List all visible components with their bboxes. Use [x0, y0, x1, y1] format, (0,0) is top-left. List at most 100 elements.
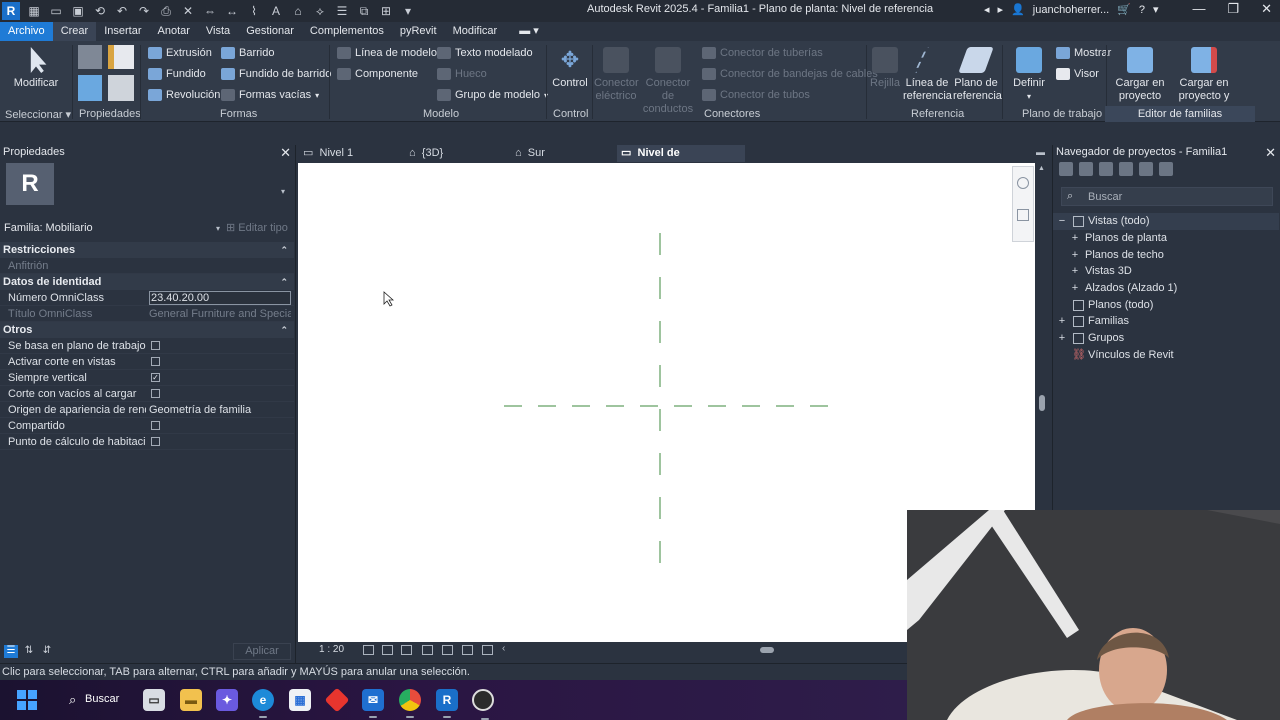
grid-button[interactable]: Rejilla	[869, 47, 901, 90]
model-group-dropdown[interactable]: Grupo de modelo▾	[437, 89, 548, 101]
file-explorer-icon[interactable]: ▬	[180, 689, 202, 711]
properties-buttons[interactable]	[78, 45, 136, 103]
panel-seleccionar[interactable]: Seleccionar ▾	[5, 108, 71, 121]
horizontal-scroll-thumb[interactable]	[760, 647, 774, 653]
modify-button[interactable]: Modificar	[12, 47, 60, 90]
revolve-button[interactable]: Revolución	[148, 89, 220, 101]
omniclass-number-field[interactable]: 23.40.20.00	[149, 291, 291, 305]
print-icon[interactable]: ⎙	[158, 4, 174, 18]
void-forms-dropdown[interactable]: Formas vacías ▾	[221, 89, 319, 101]
tab-insertar[interactable]: Insertar	[96, 22, 149, 41]
category-datos-identidad[interactable]: Datos de identidad ⌃	[0, 274, 294, 290]
browser-families-icon[interactable]	[1119, 162, 1133, 176]
view-cube-icon[interactable]: ⟡	[312, 4, 328, 18]
user-icon[interactable]: 👤	[1011, 3, 1025, 16]
tree-item-vinculos[interactable]: ⛓ Vínculos de Revit	[1053, 347, 1279, 364]
chevron-right-icon[interactable]: ▸	[998, 3, 1004, 16]
edge-icon[interactable]: e	[252, 689, 274, 718]
always-vertical-checkbox[interactable]: ✓	[151, 373, 160, 382]
category-restricciones[interactable]: Restricciones ⌃	[0, 242, 294, 258]
shared-checkbox[interactable]	[151, 421, 160, 430]
chrome-icon[interactable]	[399, 689, 421, 718]
sun-path-icon[interactable]	[401, 645, 412, 655]
view-scale[interactable]: 1 : 20	[319, 644, 344, 655]
browser-home-icon[interactable]	[1059, 162, 1073, 176]
category-otros[interactable]: Otros ⌃	[0, 322, 294, 338]
set-workplane-button[interactable]: Definir ▾	[1010, 47, 1048, 103]
tab-modificar[interactable]: Modificar	[445, 22, 506, 41]
steering-wheel-icon[interactable]	[1017, 177, 1029, 189]
browser-groups-icon[interactable]	[1139, 162, 1153, 176]
zoom-icon[interactable]	[1017, 209, 1029, 221]
cut-with-voids-checkbox[interactable]	[151, 389, 160, 398]
open-icon[interactable]: ▭	[48, 4, 64, 18]
home-icon[interactable]: ⌂	[290, 4, 306, 18]
scroll-left-icon[interactable]: ‹	[502, 643, 505, 654]
vertical-scroll-thumb[interactable]	[1039, 395, 1045, 411]
undo-icon[interactable]: ↶	[114, 4, 130, 18]
tree-item-planos-planta[interactable]: + Planos de planta	[1053, 230, 1279, 247]
minimize-icon[interactable]: —	[1192, 1, 1205, 17]
revit-app-icon[interactable]: R	[2, 2, 20, 20]
tab-archivo[interactable]: Archivo	[0, 22, 53, 41]
cable-tray-connector-button[interactable]: Conector de bandejas de cables	[702, 68, 878, 80]
sync-icon[interactable]: ⟲	[92, 4, 108, 18]
component-button[interactable]: Componente	[337, 68, 418, 80]
tab-complementos[interactable]: Complementos	[302, 22, 392, 41]
close-icon[interactable]: ✕	[280, 145, 291, 160]
windows-start-icon[interactable]	[17, 690, 37, 710]
switch-windows-icon[interactable]: ⧉	[356, 4, 372, 18]
family-selector[interactable]: Familia: Mobiliario ▾	[4, 220, 222, 237]
sort-ascending-icon[interactable]: ⇅	[22, 645, 36, 658]
tab-crear[interactable]: Crear	[52, 22, 97, 41]
room-calculation-point-checkbox[interactable]	[151, 437, 160, 446]
obs-icon[interactable]	[472, 689, 494, 720]
chevron-left-icon[interactable]: ◂	[984, 3, 990, 16]
tab-nivel-de-referencia[interactable]: ▭ Nivel de referencia✕	[617, 145, 745, 176]
tab-list-dropdown[interactable]: ▬	[1036, 147, 1045, 157]
help-dropdown-icon[interactable]: ▾	[1153, 3, 1159, 16]
taskbar-search[interactable]: ⌕ Buscar	[58, 686, 124, 714]
restore-icon[interactable]: ❐	[1227, 1, 1239, 17]
browser-views-icon[interactable]	[1079, 162, 1093, 176]
revit-taskbar-icon[interactable]: R	[436, 689, 458, 718]
tree-item-alzados[interactable]: + Alzados (Alzado 1)	[1053, 280, 1279, 297]
browser-sheets-icon[interactable]	[1099, 162, 1113, 176]
control-button[interactable]: ✥ Control	[551, 47, 589, 90]
cut-in-views-checkbox[interactable]	[151, 357, 160, 366]
save-icon[interactable]: ▣	[70, 4, 86, 18]
pipe-connector-button[interactable]: Conector de tuberías	[702, 47, 823, 59]
outlook-icon[interactable]: ✉	[362, 689, 384, 718]
tab-pyrevit[interactable]: pyRevit	[392, 22, 445, 41]
browser-search-input[interactable]	[1088, 190, 1268, 204]
collapse-icon[interactable]: ⌃	[280, 274, 288, 290]
tree-item-familias[interactable]: + Familias	[1053, 313, 1279, 330]
model-line-button[interactable]: Línea de modelo	[337, 47, 437, 59]
text-icon[interactable]: A	[268, 4, 284, 18]
tab-extra-toggle[interactable]: ▬ ▾	[505, 22, 547, 41]
close-windows-icon[interactable]: ⊞	[378, 4, 394, 18]
cart-icon[interactable]: 🛒	[1117, 3, 1131, 16]
visual-style-icon[interactable]	[382, 645, 393, 655]
reference-plane-button[interactable]: Plano de referencia	[953, 47, 1002, 103]
close-icon[interactable]: ✕	[1265, 145, 1276, 160]
tree-item-vistas-3d[interactable]: + Vistas 3D	[1053, 263, 1279, 280]
collapse-icon[interactable]: ⌃	[280, 242, 288, 258]
home-grid-icon[interactable]: ▦	[26, 4, 42, 18]
detail-level-icon[interactable]	[363, 645, 374, 655]
sweep-button[interactable]: Barrido	[221, 47, 274, 59]
username[interactable]: juanchoherrer...	[1033, 4, 1109, 16]
swept-blend-button[interactable]: Fundido de barrido	[221, 68, 331, 80]
collapse-icon[interactable]: ⌃	[280, 322, 288, 338]
type-properties-icon[interactable]	[108, 75, 134, 101]
type-selector-dropdown[interactable]: ▾	[281, 187, 285, 196]
tree-item-planos-todo[interactable]: Planos (todo)	[1053, 297, 1279, 314]
tag-icon[interactable]: ⌇	[246, 4, 262, 18]
redo-icon[interactable]: ↷	[136, 4, 152, 18]
customize-qat-icon[interactable]: ▾	[400, 4, 416, 18]
help-icon[interactable]: ?	[1139, 4, 1145, 16]
scroll-up-icon[interactable]: ▲	[1038, 165, 1045, 172]
anydesk-icon[interactable]	[324, 687, 350, 713]
measure-icon[interactable]: ⇔	[202, 4, 218, 18]
family-types-icon[interactable]	[108, 45, 134, 69]
